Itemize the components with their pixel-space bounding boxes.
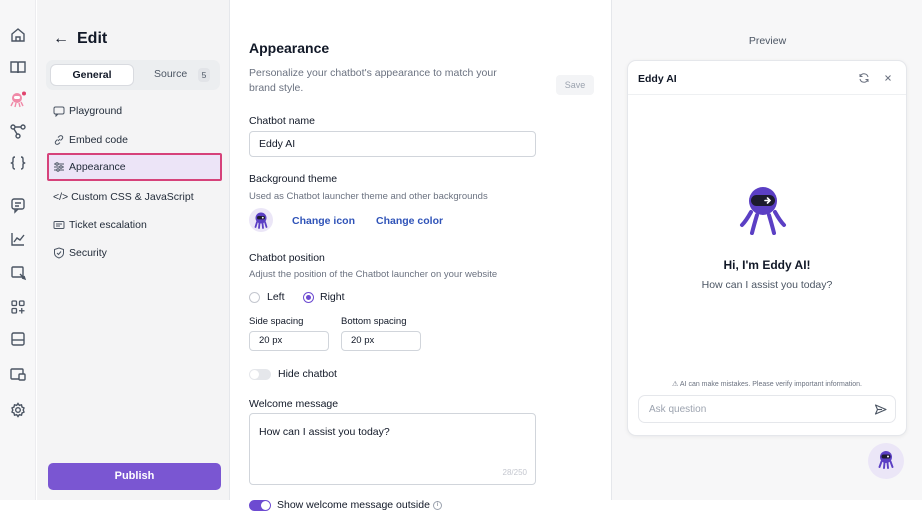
bot-icon[interactable] [9,90,27,108]
welcome-message-textarea[interactable]: How can I assist you today? 28/250 [249,413,536,485]
sliders-icon [53,161,65,173]
char-counter: 28/250 [502,468,527,477]
tab-general[interactable]: General [50,64,134,86]
chat-bot-name: Eddy AI [638,73,677,85]
position-hint: Adjust the position of the Chatbot launc… [249,269,498,280]
hide-chatbot-label: Hide chatbot [278,368,337,380]
window-icon[interactable] [9,365,27,383]
chat-widget-card: Eddy AI Hi, I'm Eddy AI! How can I assis… [627,60,907,436]
edit-sidebar: ← Edit General Source 5 Playground Embed… [37,0,230,500]
layout-icon[interactable] [9,330,27,348]
info-icon[interactable]: i [433,501,442,510]
tab-source[interactable]: Source [154,68,187,80]
analytics-icon[interactable] [9,230,27,248]
workflow-icon[interactable] [9,122,27,140]
bottom-spacing-label: Bottom spacing [341,316,407,327]
icon-rail [0,0,36,500]
code-braces-icon[interactable] [9,154,27,172]
greeting-subtitle: How can I assist you today? [701,279,833,291]
inbox-icon[interactable] [9,263,27,281]
refresh-icon[interactable] [858,72,870,84]
show-outside-toggle[interactable] [249,500,271,511]
save-button[interactable]: Save [556,75,594,95]
sidebar-title: Edit [77,30,108,47]
home-icon[interactable] [9,26,27,44]
bg-theme-hint: Used as Chatbot launcher theme and other… [249,191,488,202]
sidebar-item-custom-css-js[interactable]: </> Custom CSS & JavaScript [47,183,222,211]
theme-avatar [249,208,273,232]
ai-disclaimer: ⚠ AI can make mistakes. Please verify im… [672,381,862,388]
preview-title: Preview [748,35,787,47]
bg-theme-label: Background theme [249,173,338,185]
welcome-message-value: How can I assist you today? [259,426,390,438]
sidebar-item-label: Ticket escalation [69,219,147,231]
sidebar-item-label: </> Custom CSS & JavaScript [53,191,194,203]
bot-icon [878,451,894,469]
side-spacing-label: Side spacing [249,316,304,327]
chatbot-name-label: Chatbot name [249,115,315,127]
side-spacing-input[interactable]: 20 px [249,331,329,351]
sidebar-item-appearance[interactable]: Appearance [47,153,222,181]
greeting-title: Hi, I'm Eddy AI! [723,258,811,272]
link-icon [53,134,65,146]
source-tabs: General Source 5 [46,60,220,90]
sidebar-item-label: Security [69,247,107,259]
chat-icon[interactable] [9,196,27,214]
position-left-label: Left [267,291,285,303]
sidebar-item-label: Embed code [69,134,128,146]
chatbot-name-input[interactable]: Eddy AI [249,131,536,157]
source-count-badge: 5 [198,68,210,82]
welcome-message-label: Welcome message [249,398,339,410]
position-right-label: Right [320,291,345,303]
preview-panel: Preview Eddy AI Hi, I'm Eddy AI! How can… [611,0,922,500]
back-arrow-icon[interactable]: ← [53,30,69,48]
sidebar-item-security[interactable]: Security [47,239,222,267]
chat-bubble-icon [53,105,65,117]
appearance-form: Appearance Personalize your chatbot's ap… [231,0,611,530]
page-title: Appearance [249,40,330,56]
chat-header: Eddy AI [628,61,906,95]
sidebar-item-embed-code[interactable]: Embed code [47,126,222,154]
shield-icon [53,247,65,259]
change-color-link[interactable]: Change color [376,215,443,227]
sidebar-item-label: Appearance [69,161,126,173]
sidebar-item-ticket-escalation[interactable]: Ticket escalation [47,211,222,239]
chat-launcher-button[interactable] [868,443,904,479]
ask-question-input[interactable]: Ask question [638,395,896,423]
close-icon[interactable] [882,72,894,84]
bot-mascot-icon [739,181,787,239]
position-label: Chatbot position [249,252,325,264]
app-root: ← Edit General Source 5 Playground Embed… [0,0,922,530]
change-icon-link[interactable]: Change icon [292,215,355,227]
position-left-radio[interactable] [249,292,260,303]
bot-icon [254,212,268,229]
ask-placeholder: Ask question [649,404,707,415]
position-right-radio[interactable] [303,292,314,303]
book-icon[interactable] [9,58,27,76]
send-icon[interactable] [874,403,887,416]
settings-icon[interactable] [9,401,27,419]
show-outside-label: Show welcome message outside [277,499,430,511]
page-subtitle: Personalize your chatbot's appearance to… [249,67,497,94]
sidebar-item-label: Playground [69,105,123,117]
sidebar-item-playground[interactable]: Playground [47,97,222,125]
apps-icon[interactable] [9,298,27,316]
hide-chatbot-toggle[interactable] [249,369,271,380]
bottom-spacing-input[interactable]: 20 px [341,331,421,351]
ticket-icon [53,219,65,231]
publish-button[interactable]: Publish [48,463,221,490]
